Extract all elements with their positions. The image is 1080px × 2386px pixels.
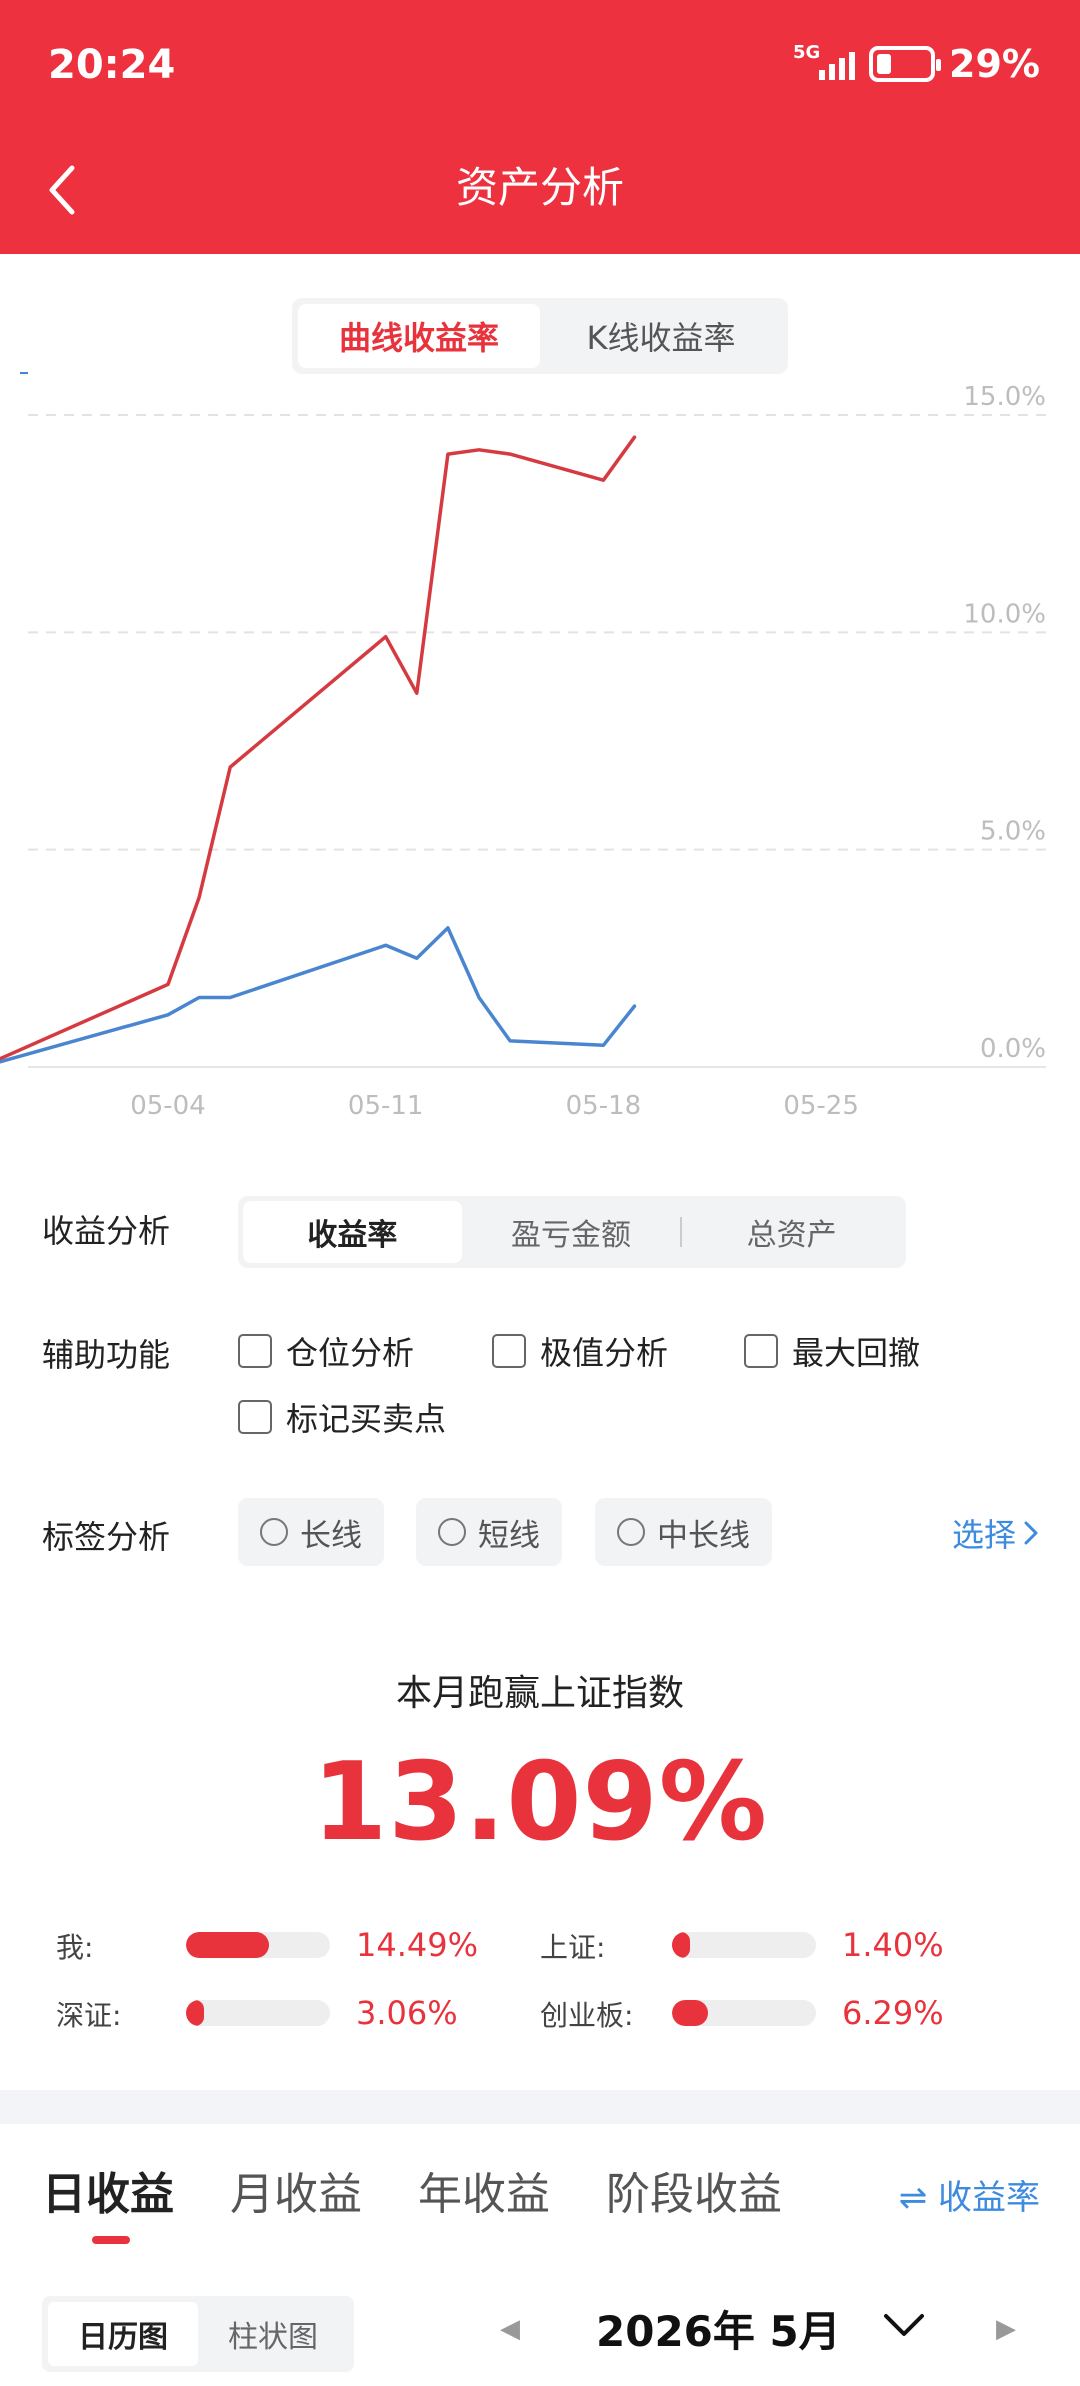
tag-label: 长线 [300,1517,362,1554]
select-label: 选择 [951,1516,1016,1554]
income-analysis-label: 收益分析 [42,1212,171,1250]
section-divider [0,2090,1080,2124]
series-line-portfolio [0,435,637,1061]
tab-daily-earnings[interactable]: 日收益 [42,2158,174,2222]
status-time: 20:24 [48,42,176,88]
tab-return-rate[interactable]: 收益率 [243,1201,462,1263]
next-month-icon[interactable]: ▶ [996,2314,1016,2344]
x-tick-label: 05-25 [783,1091,859,1121]
compare-bar-fill [186,1932,270,1958]
compare-label-shanghai: 上证: [540,1931,606,1964]
y-tick-label: 15.0% [963,382,1046,412]
y-tick-label: 10.0% [963,599,1046,629]
chart-series [0,435,637,1064]
beat-index-title: 本月跑赢上证指数 [395,1673,684,1714]
return-line-chart: 15.0% 10.0% 5.0% 0.0% 05-04 05-11 05-18 05-25 [0,372,1046,1121]
switch-return-rate-button[interactable]: ⇌ 收益率 [899,2170,1040,2219]
x-tick-label: 05-11 [348,1091,424,1121]
x-tick-label: 05-04 [130,1091,206,1121]
radio-icon[interactable] [438,1518,466,1546]
tab-curve-return[interactable]: 曲线收益率 [298,304,540,368]
tag-long-term[interactable]: 长线 [238,1498,384,1566]
active-tab-indicator [92,2236,130,2244]
select-tags-link[interactable]: 选择 [952,1510,1040,1556]
y-tick-label: 5.0% [980,817,1046,847]
compare-value-me: 14.49% [356,1926,479,1964]
tab-monthly-earnings[interactable]: 月收益 [230,2158,362,2222]
view-type-tabs: 日历图 柱状图 [42,2296,354,2372]
y-axis-ticks: 15.0% 10.0% 5.0% 0.0% [963,382,1046,1064]
tab-total-assets[interactable]: 总资产 [682,1201,901,1263]
compare-label-shenzhen: 深证: [56,1999,122,2032]
tab-kline-return[interactable]: K线收益率 [540,304,782,368]
legend-marker [20,372,28,374]
chart-type-tabs: 曲线收益率 K线收益率 [292,298,788,374]
chevron-right-icon [1024,1521,1038,1545]
tag-label: 中长线 [657,1517,750,1554]
aux-functions-label: 辅助功能 [42,1336,171,1374]
compare-bar-chinext [672,2000,816,2026]
compare-bar-me [186,1932,330,1958]
tag-short-term[interactable]: 短线 [416,1498,562,1566]
compare-label-me: 我: [56,1931,94,1964]
series-line-index [0,926,637,1064]
tag-label: 短线 [478,1517,540,1554]
battery-icon [869,46,942,82]
compare-bar-fill [672,2000,709,2026]
checkbox-label: 最大回撤 [792,1334,921,1372]
month-label[interactable]: 2026年 5月 [596,2298,841,2359]
checkbox-mark-trades[interactable]: 标记买卖点 [238,1394,446,1440]
chevron-down-icon[interactable] [882,2310,926,2340]
tab-period-earnings[interactable]: 阶段收益 [606,2158,782,2222]
checkbox-icon[interactable] [238,1334,272,1368]
compare-bar-shanghai [672,1932,816,1958]
checkbox-label: 标记买卖点 [286,1400,447,1438]
checkbox-icon[interactable] [744,1334,778,1368]
x-tick-label: 05-18 [566,1091,642,1121]
status-icons: 5G 29% [793,42,1040,86]
compare-value-shanghai: 1.40% [842,1926,944,1964]
checkbox-position-analysis[interactable]: 仓位分析 [238,1328,414,1374]
income-metric-tabs: 收益率 盈亏金额 总资产 [238,1196,906,1268]
battery-level: 29% [949,42,1040,86]
radio-icon[interactable] [617,1518,645,1546]
tab-yearly-earnings[interactable]: 年收益 [418,2158,550,2222]
y-tick-label: 0.0% [980,1034,1046,1064]
earnings-tabs: 日收益 月收益 年收益 阶段收益 [42,2158,782,2222]
x-axis-ticks: 05-04 05-11 05-18 05-25 [130,1091,859,1121]
radio-icon[interactable] [260,1518,288,1546]
compare-label-chinext: 创业板: [540,1999,634,2032]
checkbox-icon[interactable] [238,1400,272,1434]
tag-mid-long-term[interactable]: 中长线 [595,1498,772,1566]
compare-value-shenzhen: 3.06% [356,1994,458,2032]
signal-icon: 5G [793,42,856,84]
checkbox-label: 仓位分析 [286,1334,415,1372]
chart-grid [28,414,1046,1068]
tab-bar-view[interactable]: 柱状图 [198,2302,348,2366]
network-type: 5G [793,42,821,63]
tab-calendar-view[interactable]: 日历图 [48,2302,198,2366]
tab-profit-loss[interactable]: 盈亏金额 [462,1201,681,1263]
checkbox-icon[interactable] [492,1334,526,1368]
page-title: 资产分析 [455,163,624,212]
compare-bar-shenzhen [186,2000,330,2026]
compare-value-chinext: 6.29% [842,1994,944,2032]
checkbox-label: 极值分析 [540,1334,669,1372]
checkbox-max-drawdown[interactable]: 最大回撤 [744,1328,920,1374]
beat-index-value: 13.09% [312,1740,768,1865]
app-header: 20:24 5G 29% 资产分析 [0,0,1080,254]
compare-bar-fill [186,2000,204,2026]
prev-month-icon[interactable]: ◀ [500,2314,520,2344]
checkbox-extreme-analysis[interactable]: 极值分析 [492,1328,668,1374]
tag-analysis-label: 标签分析 [42,1518,171,1556]
compare-bar-fill [672,1932,690,1958]
